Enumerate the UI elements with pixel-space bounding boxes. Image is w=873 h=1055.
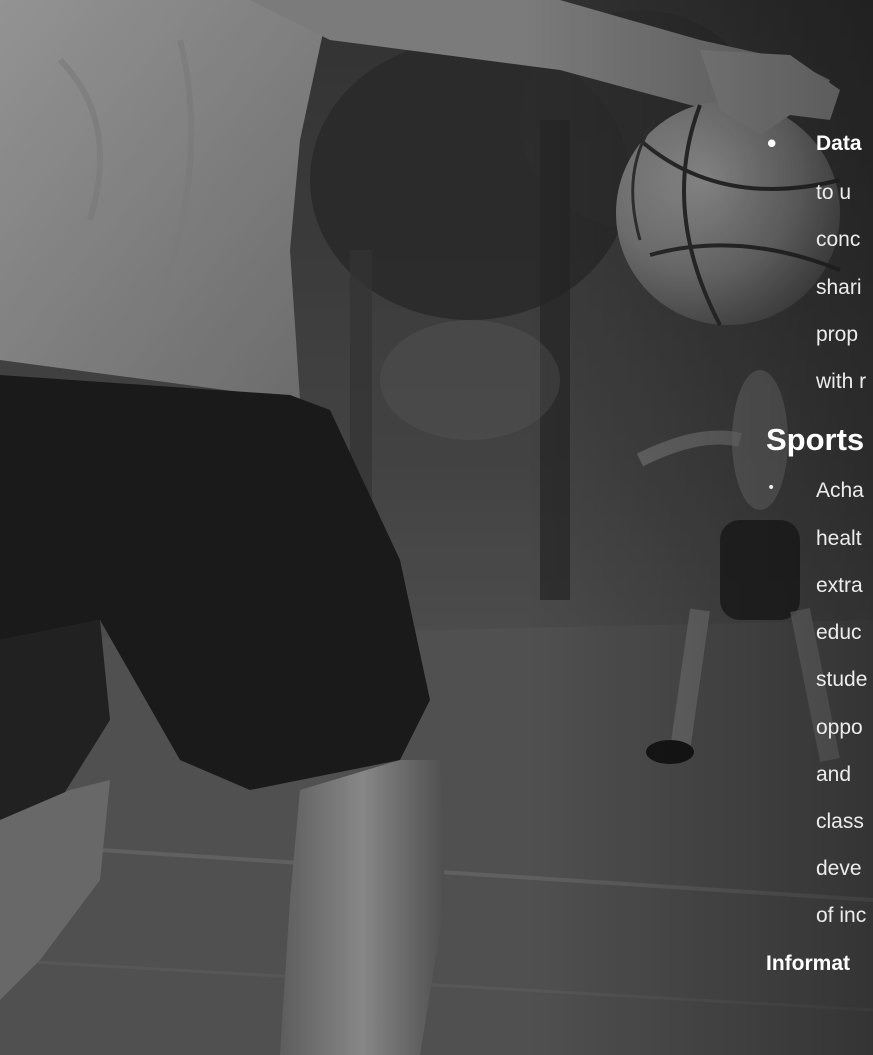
- brochure-page: • Data to u conc shari prop with r Sport…: [0, 0, 873, 1055]
- section-one-line: shari: [816, 276, 862, 299]
- bullet-dot: •: [767, 480, 776, 496]
- section-one-line: to u: [816, 181, 852, 204]
- section-two-line: class: [816, 810, 864, 833]
- section-one-line: with r: [816, 370, 867, 393]
- section-two-heading: Sports: [766, 422, 865, 457]
- section-two-line: educ: [816, 621, 862, 644]
- section-two-line: of inc: [816, 904, 867, 927]
- section-two-line: Acha: [816, 479, 864, 502]
- section-one-line: conc: [816, 228, 861, 251]
- section-two-line: and: [816, 763, 852, 786]
- information-label: Informat: [766, 952, 850, 975]
- bullet-dot: •: [765, 132, 779, 156]
- section-one-lead: Data: [816, 132, 862, 155]
- section-two-line: healt: [816, 527, 862, 550]
- basketball-photo: [0, 0, 873, 1055]
- section-one-line: prop: [816, 323, 859, 346]
- section-two-line: stude: [816, 668, 868, 691]
- section-two-line: oppo: [816, 716, 863, 739]
- section-two-line: deve: [816, 857, 862, 880]
- section-two-line: extra: [816, 574, 863, 597]
